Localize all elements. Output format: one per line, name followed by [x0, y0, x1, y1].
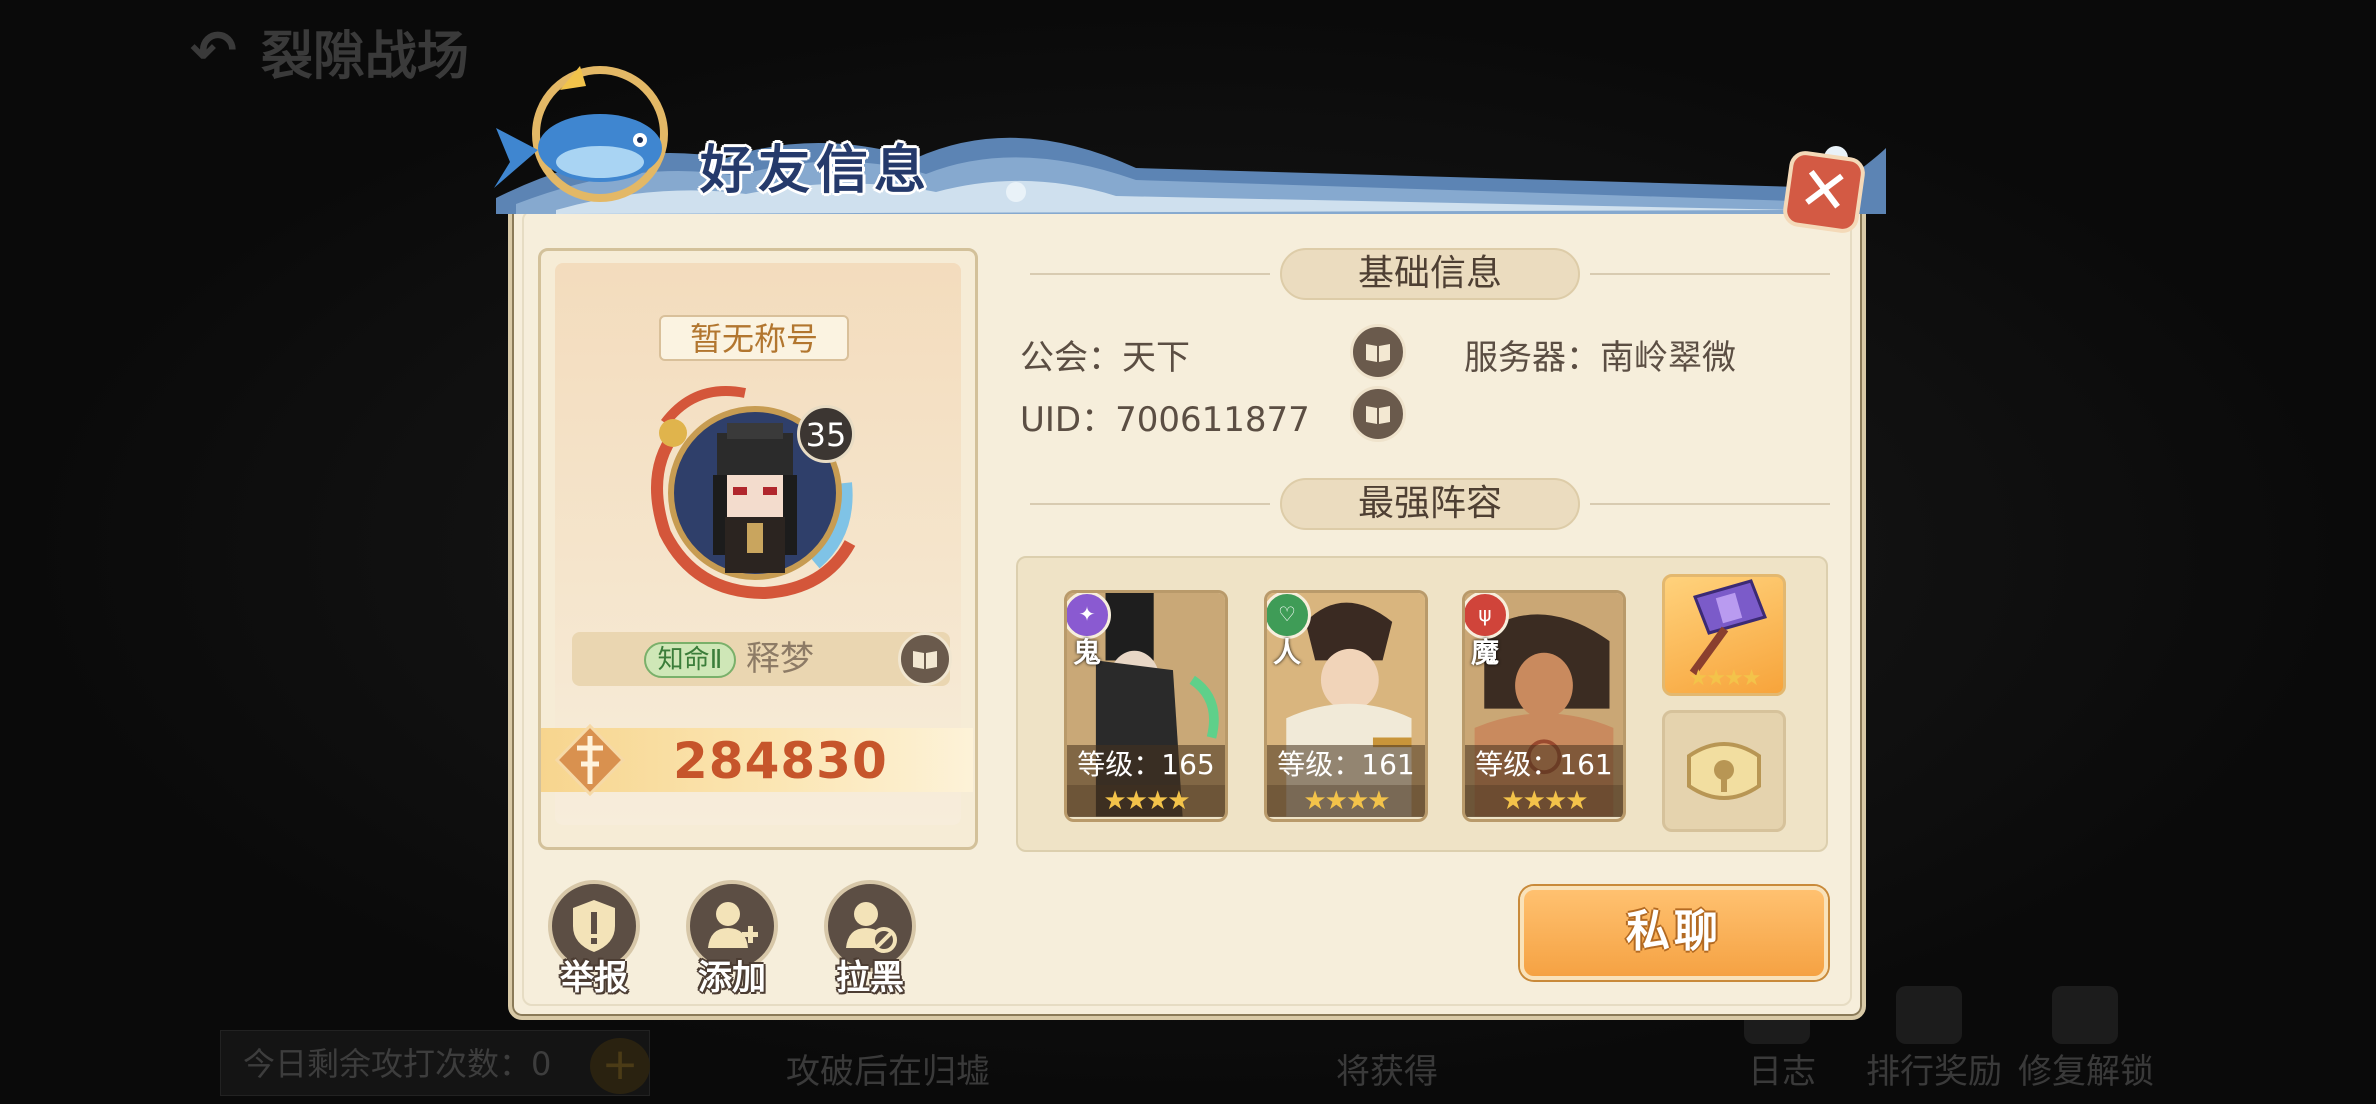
- avatar[interactable]: [635, 363, 875, 603]
- back-arrow-icon: ↶: [190, 19, 237, 84]
- add-attempts-button[interactable]: +: [590, 1038, 650, 1094]
- hero-level: 等级：161: [1465, 745, 1623, 785]
- locked-slot[interactable]: [1662, 710, 1786, 832]
- hero-stars: ★★★★: [1067, 785, 1225, 817]
- reward-text: 将获得: [1336, 1052, 1438, 1092]
- server-info: 服务器：南岭翠微: [1464, 330, 1736, 379]
- report-label: 举报: [560, 958, 628, 998]
- combat-power-bar: 284830: [541, 724, 973, 796]
- hero-card[interactable]: ♡ 人 等级：161 ★★★★: [1264, 590, 1428, 822]
- rank-badge: 知命Ⅱ: [644, 642, 736, 678]
- report-button[interactable]: 举报: [544, 880, 644, 1000]
- back-button[interactable]: ↶ 裂隙战场: [190, 14, 469, 89]
- hero-faction: 魔: [1471, 636, 1500, 669]
- level-badge: 35: [797, 405, 855, 463]
- block-button[interactable]: 拉黑: [820, 880, 920, 1000]
- shield-warning-icon: [573, 900, 615, 952]
- uid-value: 700611877: [1115, 400, 1310, 440]
- copy-uid-icon[interactable]: [1350, 386, 1406, 442]
- basic-info-title: 基础信息: [1280, 248, 1580, 300]
- block-user-icon: [846, 902, 897, 953]
- guild-value: 天下: [1122, 338, 1190, 378]
- hammer-artifact-icon: [1689, 579, 1767, 676]
- lock-icon: [1687, 742, 1761, 800]
- uid-info: UID：700611877: [1020, 392, 1310, 441]
- book-icon[interactable]: [898, 632, 952, 686]
- add-friend-button[interactable]: 添加: [682, 880, 782, 1000]
- player-name: 释梦: [746, 639, 814, 679]
- server-value: 南岭翠微: [1600, 338, 1736, 378]
- hero-faction: 鬼: [1073, 636, 1102, 669]
- rank-reward-label[interactable]: 排行奖励: [1866, 1044, 2002, 1093]
- guild-label: 公会：: [1020, 338, 1122, 378]
- add-label: 添加: [698, 958, 766, 998]
- name-row: 知命Ⅱ 释梦: [572, 632, 952, 686]
- block-label: 拉黑: [836, 958, 904, 998]
- close-icon: ✕: [1794, 152, 1854, 230]
- divider: [1030, 503, 1270, 505]
- combat-power-value: 284830: [673, 732, 888, 790]
- basic-info-header: 基础信息: [1030, 248, 1830, 300]
- hero-card[interactable]: ✦ 鬼 等级：165 ★★★★: [1064, 590, 1228, 822]
- attempts-label: 今日剩余攻打次数：0: [220, 1030, 650, 1096]
- artifact-stars: ★★★★: [1688, 666, 1762, 691]
- combat-power-icon: [555, 724, 625, 796]
- hero-level: 等级：165: [1067, 745, 1225, 785]
- divider: [1030, 273, 1270, 275]
- player-title-tag: 暂无称号: [659, 315, 849, 361]
- rank-reward-icon[interactable]: [1896, 986, 1962, 1044]
- close-button[interactable]: ✕: [1781, 149, 1867, 235]
- hero-faction: 人: [1273, 636, 1302, 669]
- hero-stars: ★★★★: [1267, 785, 1425, 817]
- lineup-header: 最强阵容: [1030, 478, 1830, 530]
- private-chat-button[interactable]: 私聊: [1520, 886, 1828, 980]
- hero-card[interactable]: ψ 魔 等级：161 ★★★★: [1462, 590, 1626, 822]
- hero-level: 等级：161: [1267, 745, 1425, 785]
- artifact-slot[interactable]: ★★★★: [1662, 574, 1786, 696]
- guild-info: 公会：天下: [1020, 330, 1190, 379]
- repair-icon[interactable]: [2052, 986, 2118, 1044]
- hero-stars: ★★★★: [1465, 785, 1623, 817]
- back-title: 裂隙战场: [260, 27, 469, 87]
- add-user-icon: [708, 902, 758, 948]
- lineup-title: 最强阵容: [1280, 478, 1580, 530]
- dialog-title: 好友信息: [700, 140, 933, 201]
- guild-book-icon[interactable]: [1350, 324, 1406, 380]
- hint-text: 攻破后在归墟: [786, 1052, 990, 1092]
- log-label[interactable]: 日志: [1748, 1044, 1816, 1093]
- repair-label[interactable]: 修复解锁: [2018, 1044, 2154, 1093]
- divider: [1590, 273, 1830, 275]
- server-label: 服务器：: [1464, 338, 1600, 378]
- divider: [1590, 503, 1830, 505]
- uid-label: UID：: [1020, 400, 1116, 440]
